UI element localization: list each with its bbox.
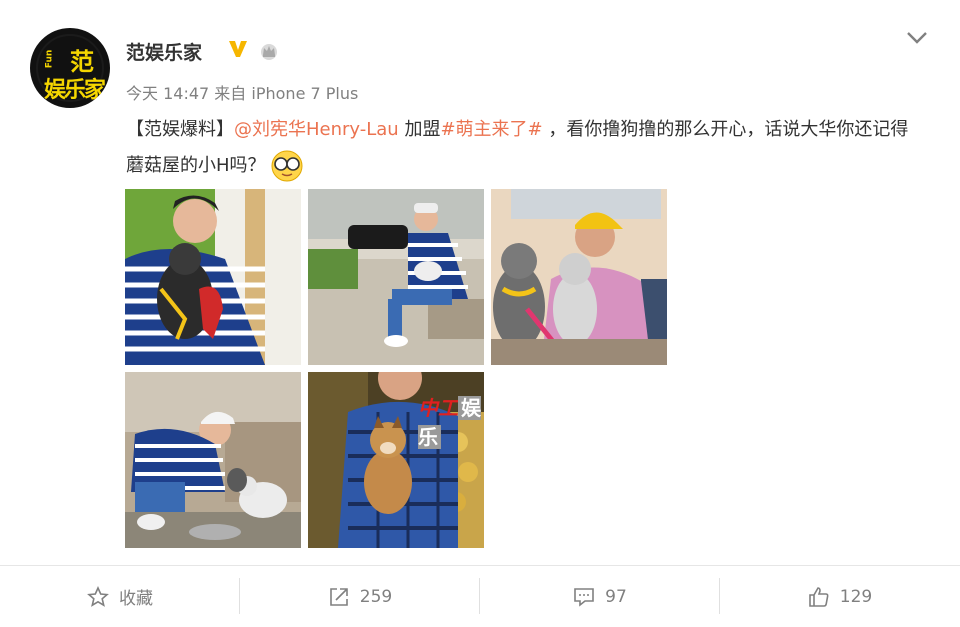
weibo-post-card: Fun 范 娱乐家 范娱乐家 今天 14:47 来自 iPhone 7 Plus… [0, 0, 960, 627]
source-device[interactable]: iPhone 7 Plus [251, 84, 358, 103]
join-text: 加盟 [398, 119, 441, 140]
avatar[interactable]: Fun 范 娱乐家 [30, 28, 110, 108]
favorite-button[interactable]: 收藏 [0, 566, 240, 627]
verified-v-icon[interactable] [227, 38, 249, 60]
like-button[interactable]: 129 [720, 566, 960, 627]
chevron-down-icon[interactable] [905, 30, 929, 46]
like-count: 129 [839, 586, 873, 607]
photo-4[interactable] [125, 372, 301, 548]
post-time[interactable]: 今天 14:47 [126, 84, 209, 103]
photo-2[interactable] [308, 189, 484, 365]
photo-5[interactable]: 中工 娱乐 [308, 372, 484, 548]
avatar-sub-text: 娱乐家 [44, 78, 106, 103]
post-meta: 今天 14:47 来自 iPhone 7 Plus [126, 80, 358, 104]
post-text: 【范娱爆料】@刘宪华Henry-Lau 加盟#萌主来了# ，看你撸狗撸的那么开心… [126, 112, 926, 184]
comment-icon [574, 587, 594, 607]
photo-1[interactable] [125, 189, 301, 365]
author-name[interactable]: 范娱乐家 [126, 38, 202, 65]
repost-button[interactable]: 259 [240, 566, 480, 627]
watermark-part1: 中工 [418, 396, 458, 420]
photo-3[interactable] [491, 189, 667, 365]
comment-button[interactable]: 97 [480, 566, 720, 627]
repost-count: 259 [359, 586, 393, 607]
photo-4-image [125, 372, 301, 548]
watermark: 中工 娱乐 [418, 392, 484, 450]
comment-count: 97 [605, 586, 627, 607]
action-bar: 收藏 259 97 129 [0, 566, 960, 627]
thumbs-up-icon [808, 586, 829, 607]
repost-icon [329, 587, 348, 606]
sunglasses-emoji-icon [271, 150, 303, 182]
photo-1-image [125, 189, 301, 365]
crown-icon[interactable] [258, 41, 280, 61]
mention-link[interactable]: @刘宪华Henry-Lau [234, 119, 399, 140]
source-prefix: 来自 [214, 84, 247, 103]
favorite-label: 收藏 [119, 589, 153, 609]
post-tag: 【范娱爆料】 [126, 119, 234, 140]
photo-3-image [491, 189, 667, 365]
avatar-side-text: Fun [44, 49, 55, 69]
star-icon [87, 585, 109, 607]
topic-link[interactable]: #萌主来了# [440, 119, 542, 140]
photo-2-image [308, 189, 484, 365]
